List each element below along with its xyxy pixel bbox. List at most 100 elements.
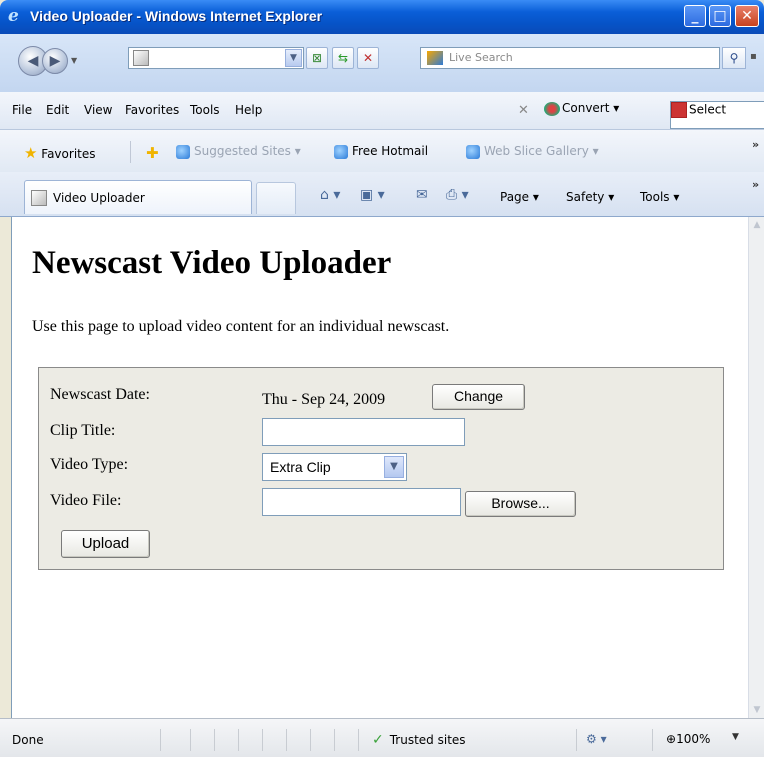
zoom-button[interactable]: ⊕100% bbox=[666, 732, 710, 746]
ie-logo-icon: e bbox=[8, 6, 19, 26]
protected-mode-button[interactable]: ⚙ ▾ bbox=[586, 732, 607, 746]
page-title: Newscast Video Uploader bbox=[32, 245, 392, 281]
forward-arrow-icon: ▶ bbox=[49, 53, 61, 69]
video-type-selected-value: Extra Clip bbox=[270, 459, 331, 475]
forward-button[interactable]: ▶ bbox=[42, 48, 68, 74]
safety-menu[interactable]: Safety ▾ bbox=[566, 190, 614, 204]
suggested-sites-link[interactable]: Suggested Sites ▾ bbox=[176, 144, 301, 159]
zoom-dropdown-icon[interactable]: ▼ bbox=[732, 732, 739, 742]
read-mail-button[interactable]: ✉ bbox=[416, 187, 428, 203]
minimize-icon: _ bbox=[691, 8, 699, 24]
recent-pages-dropdown-icon[interactable]: ▼ bbox=[71, 56, 77, 65]
scroll-down-icon[interactable]: ▼ bbox=[749, 702, 764, 718]
close-toolbar-icon[interactable]: ✕ bbox=[518, 103, 529, 118]
stop-button[interactable]: ✕ bbox=[357, 47, 379, 69]
more-commands-chevron-icon[interactable]: » bbox=[752, 178, 759, 191]
video-type-select[interactable]: Extra Clip ▼ bbox=[262, 453, 407, 481]
search-button[interactable]: ⚲ bbox=[722, 47, 746, 69]
status-divider bbox=[262, 729, 263, 751]
page-content: Newscast Video Uploader Use this page to… bbox=[11, 217, 749, 718]
add-favorite-button[interactable]: ✚ bbox=[146, 144, 159, 162]
home-icon: ⌂ bbox=[320, 187, 329, 203]
upload-form: Newscast Date: Thu - Sep 24, 2009 Change… bbox=[38, 367, 724, 570]
menu-edit[interactable]: Edit bbox=[46, 103, 69, 117]
tab-label: Video Uploader bbox=[53, 191, 145, 205]
print-button[interactable]: ⎙ ▾ bbox=[446, 187, 469, 203]
convert-label: Convert bbox=[562, 101, 610, 115]
select-label: Select bbox=[689, 102, 727, 117]
browse-button[interactable]: Browse... bbox=[465, 491, 576, 517]
status-divider bbox=[334, 729, 335, 751]
print-icon: ⎙ bbox=[446, 187, 458, 203]
page-menu[interactable]: Page ▾ bbox=[500, 190, 539, 204]
close-icon: ✕ bbox=[741, 8, 753, 24]
search-options-dropdown-icon[interactable]: ▪ bbox=[750, 51, 757, 62]
maximize-button[interactable]: □ bbox=[709, 5, 731, 27]
change-date-button[interactable]: Change bbox=[432, 384, 525, 410]
status-divider bbox=[652, 729, 653, 751]
more-favorites-chevron-icon[interactable]: » bbox=[752, 138, 759, 151]
free-hotmail-link[interactable]: Free Hotmail bbox=[334, 144, 428, 159]
free-hotmail-label: Free Hotmail bbox=[352, 144, 429, 158]
status-divider bbox=[358, 729, 359, 751]
web-slice-gallery-link[interactable]: Web Slice Gallery ▾ bbox=[466, 144, 599, 159]
menu-view[interactable]: View bbox=[84, 103, 112, 117]
clip-title-label: Clip Title: bbox=[50, 422, 116, 439]
upload-button[interactable]: Upload bbox=[61, 530, 150, 558]
security-zone[interactable]: ✓ Trusted sites bbox=[372, 732, 466, 748]
favorites-separator bbox=[130, 141, 131, 163]
stop-icon: ✕ bbox=[362, 51, 374, 65]
status-divider bbox=[238, 729, 239, 751]
video-type-label: Video Type: bbox=[50, 456, 129, 473]
favorites-star-icon: ★ bbox=[24, 144, 38, 162]
tab-video-uploader[interactable]: Video Uploader bbox=[24, 180, 252, 214]
newscast-date-value: Thu - Sep 24, 2009 bbox=[262, 391, 386, 408]
suggested-sites-label: Suggested Sites bbox=[194, 144, 291, 158]
new-tab-button[interactable] bbox=[256, 182, 296, 214]
search-placeholder: Live Search bbox=[449, 51, 513, 64]
home-button[interactable]: ⌂ ▾ bbox=[320, 187, 340, 203]
safety-menu-label: Safety bbox=[566, 190, 605, 204]
convert-button[interactable]: Convert ▾ bbox=[544, 101, 619, 116]
status-divider bbox=[286, 729, 287, 751]
chevron-down-icon: ▼ bbox=[384, 456, 404, 478]
menu-help[interactable]: Help bbox=[235, 103, 262, 117]
refresh-icon: ⇆ bbox=[337, 51, 349, 65]
compatibility-view-icon: ⊠ bbox=[311, 51, 323, 65]
refresh-button[interactable]: ⇆ bbox=[332, 47, 354, 69]
newscast-date-label: Newscast Date: bbox=[50, 386, 150, 403]
zoom-icon: ⊕ bbox=[666, 732, 677, 746]
back-arrow-icon: ◀ bbox=[27, 53, 39, 69]
page-icon bbox=[133, 50, 149, 66]
select-icon bbox=[671, 102, 687, 118]
select-button[interactable]: Select bbox=[670, 101, 764, 129]
vertical-scrollbar[interactable]: ▲ ▼ bbox=[748, 217, 764, 718]
scroll-up-icon[interactable]: ▲ bbox=[749, 217, 764, 233]
compatibility-view-button[interactable]: ⊠ bbox=[306, 47, 328, 69]
tools-menu-label: Tools bbox=[640, 190, 670, 204]
page-intro: Use this page to upload video content fo… bbox=[32, 318, 450, 335]
tools-menu[interactable]: Tools ▾ bbox=[640, 190, 679, 204]
status-divider bbox=[190, 729, 191, 751]
status-text: Done bbox=[12, 733, 44, 747]
address-dropdown-icon[interactable]: ▼ bbox=[285, 49, 302, 67]
search-box[interactable]: Live Search bbox=[420, 47, 720, 69]
zoom-level: 100% bbox=[676, 732, 711, 746]
video-file-input[interactable] bbox=[262, 488, 461, 516]
feeds-button[interactable]: ▣ ▾ bbox=[360, 187, 385, 203]
maximize-icon: □ bbox=[713, 8, 727, 24]
page-menu-label: Page bbox=[500, 190, 530, 204]
clip-title-input[interactable] bbox=[262, 418, 465, 446]
menu-favorites[interactable]: Favorites bbox=[125, 103, 179, 117]
title-bar: e Video Uploader - Windows Internet Expl… bbox=[0, 0, 764, 34]
address-bar[interactable]: ▼ bbox=[128, 47, 304, 69]
favorites-bar: ★ Favorites ✚ Suggested Sites ▾ Free Hot… bbox=[0, 130, 764, 172]
web-slice-gallery-label: Web Slice Gallery bbox=[484, 144, 589, 158]
close-button[interactable]: ✕ bbox=[735, 5, 759, 27]
menu-tools[interactable]: Tools bbox=[190, 103, 220, 117]
favorites-button[interactable]: ★ Favorites bbox=[24, 144, 96, 162]
menu-file[interactable]: File bbox=[12, 103, 32, 117]
security-zone-label: Trusted sites bbox=[389, 733, 466, 747]
tab-bar: Video Uploader ⌂ ▾ ▣ ▾ ✉ ⎙ ▾ Page ▾ Safe… bbox=[0, 172, 764, 217]
minimize-button[interactable]: _ bbox=[684, 5, 706, 27]
